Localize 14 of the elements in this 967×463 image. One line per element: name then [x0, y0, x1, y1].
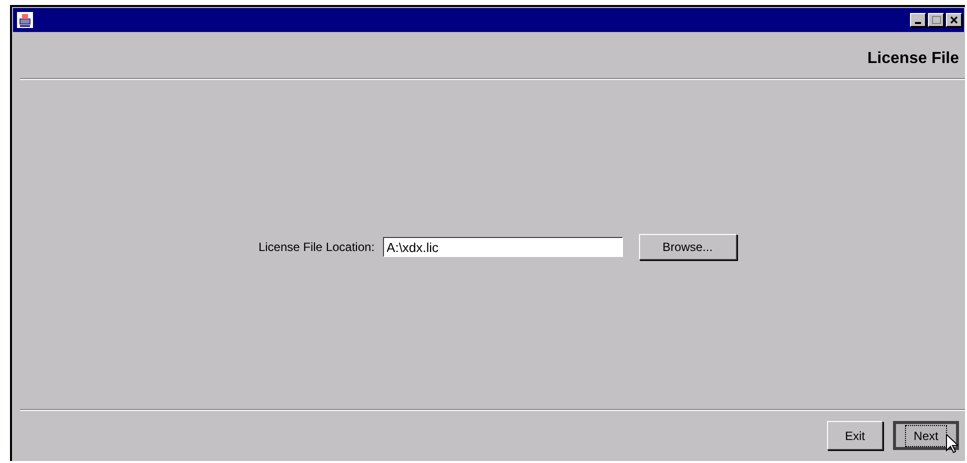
page-title: License File	[867, 50, 959, 68]
close-icon	[949, 15, 959, 25]
dialog-button[interactable]: Exit	[827, 421, 883, 450]
printer-icon	[17, 12, 33, 28]
close-button[interactable]	[946, 13, 962, 27]
minimize-button[interactable]	[910, 13, 926, 27]
dialog-button[interactable]: Next	[893, 421, 959, 450]
minimize-icon	[915, 22, 921, 24]
browse-button[interactable]: Browse...	[638, 234, 737, 260]
field-label: License File Location:	[258, 240, 375, 254]
maximize-icon	[931, 15, 941, 25]
license-path-field[interactable]: A:\xdx.lic	[382, 237, 623, 257]
maximize-button[interactable]	[928, 13, 944, 27]
cursor-icon	[946, 434, 958, 453]
